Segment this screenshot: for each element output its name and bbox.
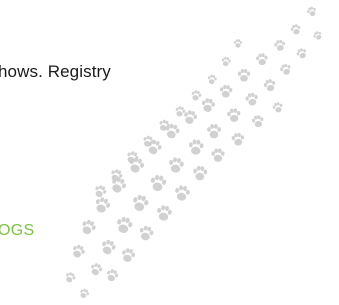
paw-print-icon	[289, 23, 302, 36]
paw-print-icon	[312, 29, 324, 42]
paw-print-icon	[219, 84, 233, 99]
paw-print-icon	[149, 173, 168, 193]
paw-print-icon	[88, 261, 104, 277]
green-label-fragment: OGS	[0, 222, 35, 239]
paw-print-icon	[104, 267, 120, 283]
paw-print-icon	[124, 149, 140, 166]
paw-print-icon	[251, 114, 265, 129]
body-text-fragment: hows. Registry	[0, 62, 111, 81]
paw-print-icon	[173, 184, 191, 202]
paw-print-icon	[174, 105, 187, 118]
paw-print-icon	[192, 165, 208, 181]
paw-print-icon	[163, 122, 181, 140]
paw-print-icon	[79, 217, 98, 237]
paw-print-icon	[226, 107, 242, 123]
paw-print-icon	[114, 215, 134, 235]
paw-print-icon	[190, 89, 203, 102]
paw-print-icon	[200, 97, 216, 113]
paw-print-icon	[295, 46, 309, 61]
paw-print-icon	[271, 101, 284, 114]
paw-print-icon	[99, 238, 118, 257]
paw-print-icon	[70, 243, 87, 260]
paw-print-icon	[273, 39, 287, 52]
paw-trail-decoration	[63, 5, 324, 300]
paw-print-icon	[130, 193, 150, 213]
paw-print-icon	[220, 56, 232, 67]
paw-print-icon	[278, 62, 293, 77]
paw-print-icon	[262, 78, 277, 93]
paw-print-icon	[305, 5, 318, 18]
paw-print-icon	[92, 195, 112, 215]
paw-print-icon	[155, 204, 173, 222]
paw-print-icon	[206, 74, 218, 85]
paw-print-icon	[244, 91, 260, 107]
paw-print-icon	[145, 138, 164, 157]
paw-print-icon	[137, 224, 155, 242]
paw-print-icon	[78, 287, 91, 300]
paw-print-icon	[207, 124, 221, 139]
paw-print-icon	[233, 39, 243, 48]
paw-print-icon	[92, 183, 108, 200]
paw-print-icon	[120, 247, 137, 264]
paw-print-icon	[157, 118, 172, 133]
paw-print-icon	[63, 270, 77, 285]
paw-print-icon	[237, 68, 251, 82]
paw-print-icon	[211, 148, 225, 162]
paw-print-icon	[167, 156, 185, 174]
paw-print-icon	[231, 132, 245, 147]
paw-print-icon	[188, 138, 205, 156]
paw-print-icon	[255, 52, 269, 66]
paw-print-icon	[141, 134, 156, 149]
